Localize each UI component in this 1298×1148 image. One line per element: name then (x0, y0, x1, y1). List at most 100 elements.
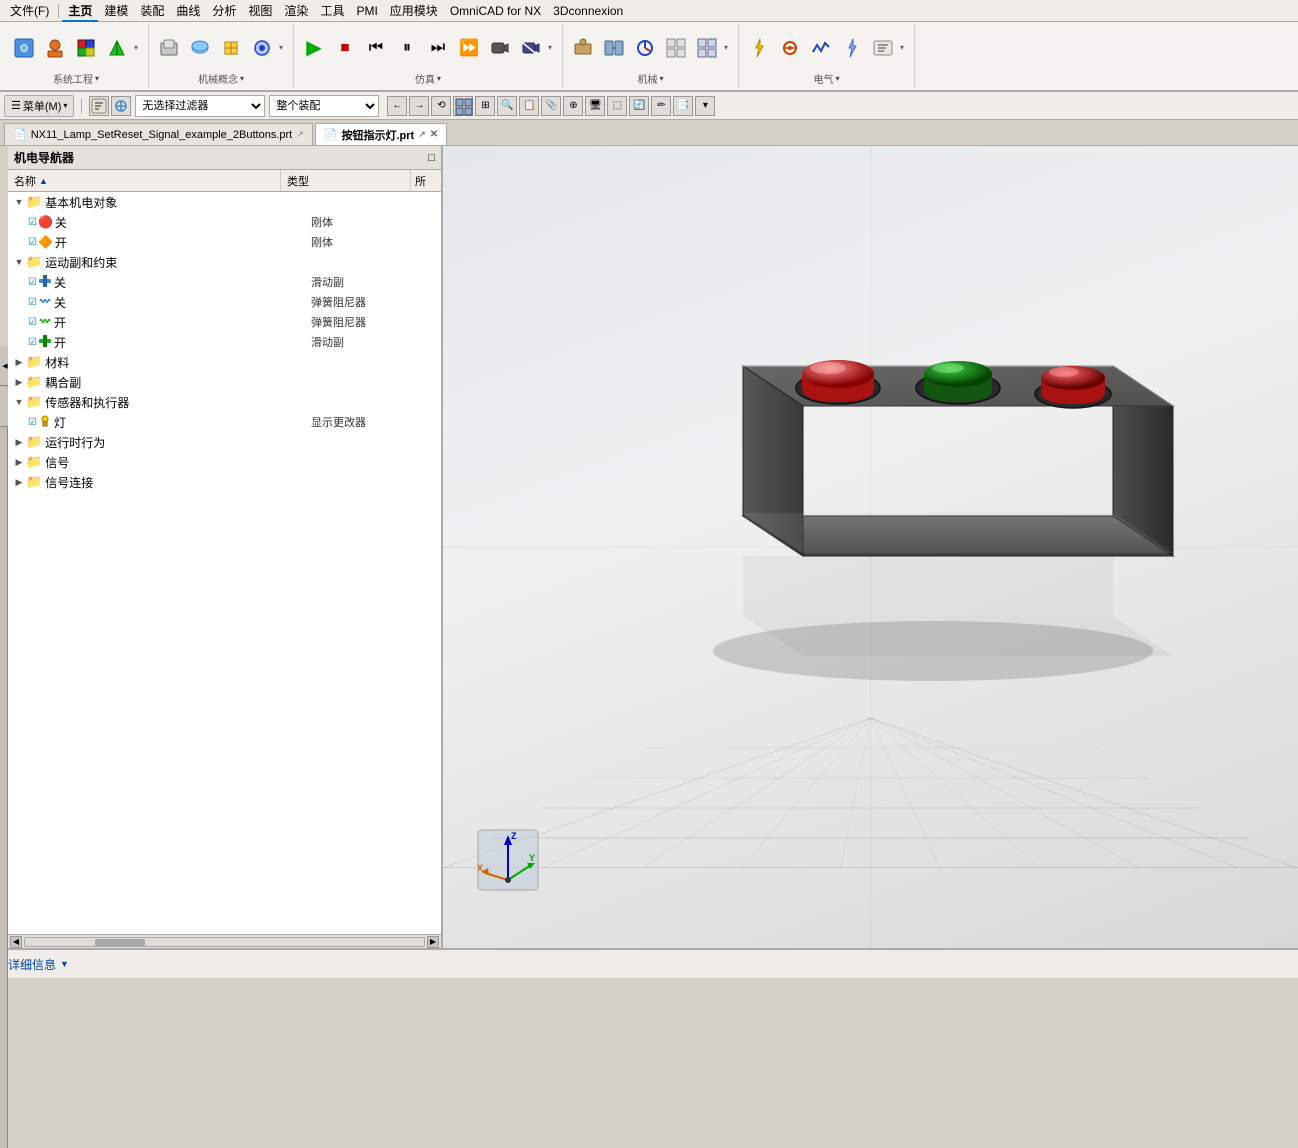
check-7[interactable]: ☑ (28, 337, 37, 348)
ribbon-btn-sys4[interactable] (103, 35, 131, 61)
scroll-right-btn[interactable]: ▶ (427, 936, 439, 948)
h-scrollbar[interactable]: ◀ ▶ (8, 934, 441, 948)
edge-btn-1[interactable]: ◀ (0, 346, 8, 386)
tree-row-7[interactable]: ☑ 开 滑动副 (8, 332, 441, 352)
menu-tab-8[interactable]: PMI (350, 2, 383, 20)
tree-row-12[interactable]: ▶ 📁 运行时行为 (8, 432, 441, 452)
toolbar-icon-5[interactable]: ⊞ (475, 96, 495, 116)
ribbon-btn-e5[interactable] (869, 35, 897, 61)
toolbar-icon-9[interactable]: ⊕ (563, 96, 583, 116)
file-tab-2-close[interactable]: ✕ (430, 129, 438, 140)
tree-row-11[interactable]: ☑ 灯 显示更改器 (8, 412, 441, 432)
ribbon-btn-cam2[interactable] (517, 35, 545, 61)
toolbar-icon-4[interactable] (453, 96, 473, 116)
menu-tab-4[interactable]: 分析 (206, 0, 242, 21)
toolbar-icon-15[interactable]: ▾ (695, 96, 715, 116)
ribbon-btn-m3[interactable] (631, 35, 659, 61)
toolbar-icon-6[interactable]: 🔍 (497, 96, 517, 116)
menu-button[interactable]: ☰ 菜单(M) ▾ (4, 95, 74, 117)
menu-tab-11[interactable]: 3Dconnexion (547, 2, 629, 20)
ribbon-btn-m1[interactable] (569, 35, 597, 61)
ribbon-btn-sys3[interactable] (72, 35, 100, 61)
ribbon-btn-mech4[interactable] (248, 35, 276, 61)
menu-tab-9[interactable]: 应用模块 (384, 0, 444, 21)
ribbon-btn-cam1[interactable] (486, 35, 514, 61)
expander-10[interactable]: ▼ (12, 395, 26, 409)
ribbon-btn-e4[interactable] (838, 35, 866, 61)
ribbon-btn-e3[interactable] (807, 35, 835, 61)
ribbon-btn-step-fwd[interactable]: ⏭ (424, 35, 452, 61)
ribbon-btn-sys1[interactable]: ⚙ (10, 35, 38, 61)
ribbon-btn-mech1[interactable] (155, 35, 183, 61)
menu-tab-10[interactable]: OmniCAD for NX (444, 2, 547, 20)
toolbar-icon-10[interactable]: 🖥 (585, 96, 605, 116)
tree-row-5[interactable]: ☑ 关 弹簧阻尼器 (8, 292, 441, 312)
scroll-left-btn[interactable]: ◀ (10, 936, 22, 948)
file-tab-2[interactable]: 📄 按钮指示灯.prt ↗ ✕ (315, 123, 447, 145)
ribbon-btn-m2[interactable] (600, 35, 628, 61)
check-5[interactable]: ☑ (28, 297, 37, 308)
tree-row-2[interactable]: ☑ 🔶 开 刚体 (8, 232, 441, 252)
expander-9[interactable]: ▶ (12, 375, 26, 389)
ribbon-btn-e1[interactable] (745, 35, 773, 61)
ribbon-btn-play[interactable]: ▶ (300, 35, 328, 61)
toolbar-icon-12[interactable]: 🔄 (629, 96, 649, 116)
col-type[interactable]: 类型 (281, 170, 411, 191)
check-1[interactable]: ☑ (28, 217, 37, 228)
check-4[interactable]: ☑ (28, 277, 37, 288)
file-menu[interactable]: 文件(F) (4, 0, 55, 21)
toolbar-icon-3[interactable]: ⟲ (431, 96, 451, 116)
menu-tab-2[interactable]: 装配 (134, 0, 170, 21)
check-11[interactable]: ☑ (28, 417, 37, 428)
check-6[interactable]: ☑ (28, 317, 37, 328)
ribbon-btn-mech2[interactable] (186, 35, 214, 61)
expander-14[interactable]: ▶ (12, 475, 26, 489)
expander-3[interactable]: ▼ (12, 255, 26, 269)
ribbon-btn-stop[interactable]: ⏹ (331, 35, 359, 61)
menu-tab-7[interactable]: 工具 (314, 0, 350, 21)
expander-13[interactable]: ▶ (12, 455, 26, 469)
toolbar-icon-11[interactable]: ⬚ (607, 96, 627, 116)
ribbon-btn-pause[interactable]: ⏸ (393, 35, 421, 61)
ribbon-btn-mech3[interactable] (217, 35, 245, 61)
tree-row-9[interactable]: ▶ 📁 耦合副 (8, 372, 441, 392)
ribbon-btn-sys2[interactable] (41, 35, 69, 61)
detail-expand-icon[interactable]: ▼ (60, 959, 69, 969)
toolbar-icon-1[interactable]: ← (387, 96, 407, 116)
filter-icon-2[interactable] (111, 96, 131, 116)
filter-select[interactable]: 无选择过滤器 (135, 95, 265, 117)
menu-tab-0[interactable]: 主页 (62, 0, 98, 22)
ribbon-btn-m5[interactable] (693, 35, 721, 61)
menu-tab-3[interactable]: 曲线 (170, 0, 206, 21)
tree-row-4[interactable]: ☑ 关 滑动副 (8, 272, 441, 292)
expander-8[interactable]: ▶ (12, 355, 26, 369)
file-tab-1[interactable]: 📄 NX11_Lamp_SetReset_Signal_example_2But… (4, 123, 313, 145)
toolbar-icon-7[interactable]: 📋 (519, 96, 539, 116)
viewport[interactable]: Z Y X (443, 146, 1298, 948)
tree-row-6[interactable]: ☑ 开 弹簧阻尼器 (8, 312, 441, 332)
scroll-track[interactable] (24, 937, 425, 947)
edge-btn-2[interactable] (0, 387, 8, 427)
ribbon-btn-m4[interactable] (662, 35, 690, 61)
ribbon-btn-e2[interactable] (776, 35, 804, 61)
toolbar-icon-2[interactable]: → (409, 96, 429, 116)
ribbon-btn-ffwd[interactable]: ⏩ (455, 35, 483, 61)
nav-expand-icon[interactable]: □ (428, 152, 435, 164)
menu-tab-6[interactable]: 渲染 (278, 0, 314, 21)
tree-row-13[interactable]: ▶ 📁 信号 (8, 452, 441, 472)
menu-tab-5[interactable]: 视图 (242, 0, 278, 21)
toolbar-icon-14[interactable]: 📑 (673, 96, 693, 116)
filter-icon-1[interactable] (89, 96, 109, 116)
toolbar-icon-13[interactable]: ✏ (651, 96, 671, 116)
tree-row-8[interactable]: ▶ 📁 材料 (8, 352, 441, 372)
expander-12[interactable]: ▶ (12, 435, 26, 449)
expander-0[interactable]: ▼ (12, 195, 26, 209)
col-name[interactable]: 名称 ▲ (8, 170, 281, 191)
ribbon-btn-rewind[interactable]: ⏮ (362, 35, 390, 61)
tree-row-3[interactable]: ▼ 📁 运动副和约束 (8, 252, 441, 272)
assembly-select[interactable]: 整个装配 (269, 95, 379, 117)
toolbar-icon-8[interactable]: 📎 (541, 96, 561, 116)
tree-row-10[interactable]: ▼ 📁 传感器和执行器 (8, 392, 441, 412)
tree-row-14[interactable]: ▶ 📁 信号连接 (8, 472, 441, 492)
tree-row-0[interactable]: ▼ 📁 基本机电对象 (8, 192, 441, 212)
